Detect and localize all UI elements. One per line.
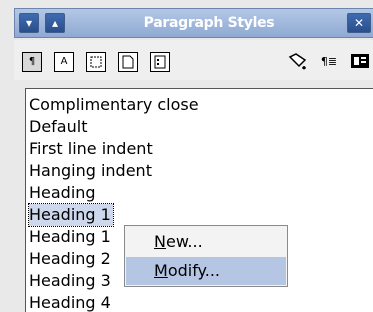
modify-label: odify... bbox=[167, 261, 220, 280]
new-label: ew... bbox=[165, 232, 203, 251]
close-icon[interactable]: ✕ bbox=[347, 13, 371, 33]
list-item-selected[interactable]: Heading 1 bbox=[28, 203, 114, 227]
list-item[interactable]: Hanging indent bbox=[29, 160, 152, 182]
fill-format-glyph bbox=[288, 53, 307, 70]
list-glyph bbox=[154, 55, 166, 69]
paragraph-styles-icon[interactable]: ¶ bbox=[22, 52, 42, 72]
new-style-from-selection-icon[interactable]: ¶≣ bbox=[318, 52, 340, 72]
page-styles-icon[interactable] bbox=[118, 52, 138, 72]
chevron-down-icon[interactable]: ▾ bbox=[19, 13, 39, 33]
page-glyph bbox=[122, 55, 134, 69]
list-styles-icon[interactable] bbox=[150, 52, 170, 72]
context-menu: New... Modify... bbox=[124, 225, 288, 287]
window-title: Paragraph Styles bbox=[143, 15, 275, 31]
modify-mnemonic: M bbox=[154, 261, 168, 280]
character-styles-icon[interactable]: A bbox=[54, 52, 74, 72]
list-item[interactable]: First line indent bbox=[29, 138, 153, 160]
update-style-glyph bbox=[351, 54, 369, 68]
chevron-up-icon[interactable]: ▴ bbox=[45, 13, 65, 33]
frame-styles-icon[interactable] bbox=[86, 52, 106, 72]
list-item[interactable]: Heading 3 bbox=[29, 270, 111, 292]
list-item[interactable]: Heading bbox=[29, 182, 96, 204]
list-item[interactable]: Heading 2 bbox=[29, 248, 111, 270]
character-styles-glyph: A bbox=[60, 56, 68, 67]
update-style-icon[interactable] bbox=[348, 52, 372, 72]
list-item[interactable]: Heading 4 bbox=[29, 292, 111, 312]
menu-item-new[interactable]: New... bbox=[126, 228, 286, 256]
list-item[interactable]: Complimentary close bbox=[29, 94, 199, 116]
menu-item-modify[interactable]: Modify... bbox=[126, 257, 286, 285]
frame-glyph bbox=[90, 56, 102, 68]
paragraph-styles-window: ▾ ▴ Paragraph Styles ✕ ¶ A ¶≣ Compliment… bbox=[0, 0, 373, 312]
new-mnemonic: N bbox=[154, 232, 166, 251]
title-bar[interactable]: ▾ ▴ Paragraph Styles ✕ bbox=[14, 8, 373, 38]
toolbar: ¶ A ¶≣ bbox=[14, 40, 373, 80]
list-item[interactable]: Heading 1 bbox=[29, 226, 111, 248]
list-item[interactable]: Default bbox=[29, 116, 87, 138]
fill-format-icon[interactable] bbox=[287, 52, 309, 72]
